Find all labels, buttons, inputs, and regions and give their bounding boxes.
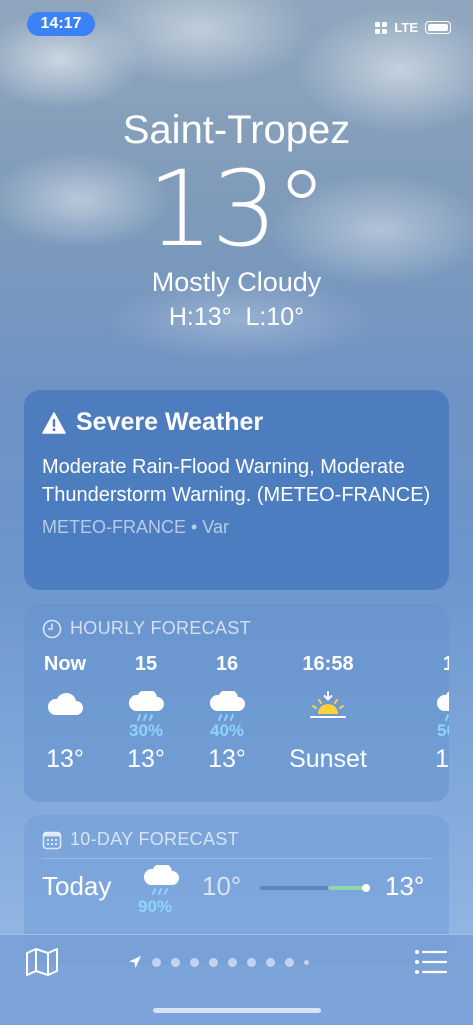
condition-text: Mostly Cloudy: [151, 267, 322, 297]
hour-temp: Sunset: [289, 745, 367, 773]
hour-label: Now: [43, 653, 87, 675]
hour-label: 15: [134, 653, 158, 675]
clock-icon: [42, 619, 62, 638]
map-icon[interactable]: [24, 947, 60, 977]
signal-icon: [375, 21, 388, 34]
hourly-forecast-card[interactable]: HOURLY FORECAST Now 13° 15 30% 13° 16 40…: [24, 604, 449, 802]
hour-item: 16:58 Sunset: [273, 653, 383, 774]
page-dot: [209, 957, 218, 967]
current-temp-marker: [362, 884, 370, 892]
cloud-rain-icon: [209, 691, 245, 721]
hourly-list[interactable]: Now 13° 15 30% 13° 16 40% 13° 16:58 Suns…: [42, 639, 449, 789]
location-arrow-icon: [129, 956, 141, 968]
hour-item: 17 50% 12°: [419, 653, 449, 774]
severe-weather-source: METEO-FRANCE • Var: [42, 517, 229, 537]
home-indicator[interactable]: [153, 1008, 321, 1013]
severe-weather-title: Severe Weather: [76, 408, 264, 436]
page-dot: [190, 957, 199, 967]
severe-weather-body: Moderate Rain-Flood Warning, Moderate Th…: [42, 456, 431, 506]
page-indicator[interactable]: [128, 955, 309, 969]
battery-icon: [425, 21, 451, 34]
day-precip: 90%: [138, 897, 173, 916]
severe-weather-card[interactable]: Severe Weather Moderate Rain-Flood Warni…: [24, 390, 449, 590]
hourly-forecast-title: HOURLY FORECAST: [70, 618, 251, 638]
hour-item: 15 30% 13°: [111, 653, 181, 774]
current-temperature: 13°: [147, 148, 327, 270]
page-dot: [266, 957, 275, 967]
temperature-range-bar: [260, 884, 370, 892]
hour-item: Now 13°: [30, 653, 100, 774]
hour-label: 16:58: [302, 653, 354, 675]
hour-temp: 13°: [46, 745, 84, 773]
cloud-rain-icon: [143, 862, 179, 895]
cloud-icon: [47, 692, 83, 715]
high-low-text: H:13° L:10°: [168, 303, 305, 331]
hour-precip: 40%: [209, 721, 245, 740]
hour-label: 16: [215, 653, 239, 675]
hourly-forecast-header: HOURLY FORECAST: [42, 618, 431, 639]
current-weather: Saint-Tropez 13° Mostly Cloudy H:13° L:1…: [0, 105, 473, 333]
hour-precip: 30%: [128, 721, 164, 740]
hour-temp: 13°: [208, 745, 246, 773]
calendar-icon: [42, 831, 62, 849]
page-dot: [247, 957, 256, 967]
day-high: 13°: [385, 871, 425, 901]
warning-icon: [42, 411, 66, 434]
hour-temp: 12°: [435, 745, 449, 773]
page-dot: [285, 957, 294, 967]
hour-precip: 50%: [436, 721, 449, 740]
status-icons: LTE: [375, 20, 451, 35]
sunset-icon: [310, 691, 346, 718]
day-low: 10°: [202, 871, 242, 901]
day-row[interactable]: Today 90% 10° 13°: [42, 859, 431, 919]
hour-precip: [273, 721, 383, 743]
cloud-rain-icon: [436, 691, 449, 721]
list-icon[interactable]: [414, 949, 448, 975]
hour-item: 16 40% 13°: [192, 653, 262, 774]
hour-temp: 13°: [127, 745, 165, 773]
network-label: LTE: [394, 20, 418, 35]
temperature-range-fill: [328, 886, 365, 890]
page-dot: [152, 957, 161, 967]
status-time[interactable]: 14:17: [27, 12, 95, 36]
page-dot: [304, 959, 309, 965]
page-dot: [228, 957, 237, 967]
hour-precip: [30, 721, 100, 743]
ten-day-forecast-header: 10-DAY FORECAST: [42, 829, 431, 850]
status-bar: 14:17 LTE: [0, 0, 473, 46]
ten-day-forecast-title: 10-DAY FORECAST: [70, 829, 239, 849]
bottom-toolbar: [0, 934, 473, 1025]
page-dot: [171, 957, 180, 967]
cloud-rain-icon: [128, 691, 164, 721]
severe-weather-header: Severe Weather: [42, 408, 431, 437]
hour-label: 17: [442, 653, 449, 675]
day-name: Today: [42, 871, 112, 901]
